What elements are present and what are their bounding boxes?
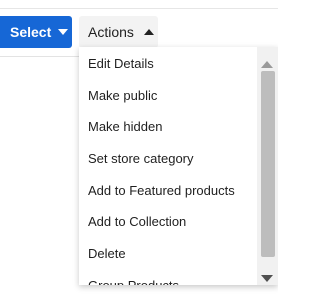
menu-item-make-hidden[interactable]: Make hidden [88,117,162,137]
menu-item-add-to-featured[interactable]: Add to Featured products [88,181,235,201]
menu-item-make-public[interactable]: Make public [88,86,157,106]
actions-button-label: Actions [88,24,134,40]
menu-item-set-store-category[interactable]: Set store category [88,149,194,169]
select-button-label: Select [10,24,52,40]
menu-item-edit-details[interactable]: Edit Details [88,54,154,74]
select-button[interactable]: Select [0,16,72,48]
actions-dropdown-menu: Edit Details Make public Make hidden Set… [79,47,278,285]
product-list-page: Select Actions ◦ Edit Details Make publi… [0,0,278,297]
menu-item-delete[interactable]: Delete [88,244,126,264]
actions-button[interactable]: Actions [79,16,158,48]
menu-item-add-to-collection[interactable]: Add to Collection [88,212,186,232]
caret-up-icon [143,29,154,35]
scrollbar-thumb[interactable] [261,71,275,257]
scroll-down-arrow-icon[interactable] [261,269,273,285]
divider-top [0,8,278,9]
menu-scrollbar[interactable] [257,47,278,285]
caret-down-icon [58,29,69,35]
menu-item-group-products[interactable]: Group Products [88,276,179,285]
